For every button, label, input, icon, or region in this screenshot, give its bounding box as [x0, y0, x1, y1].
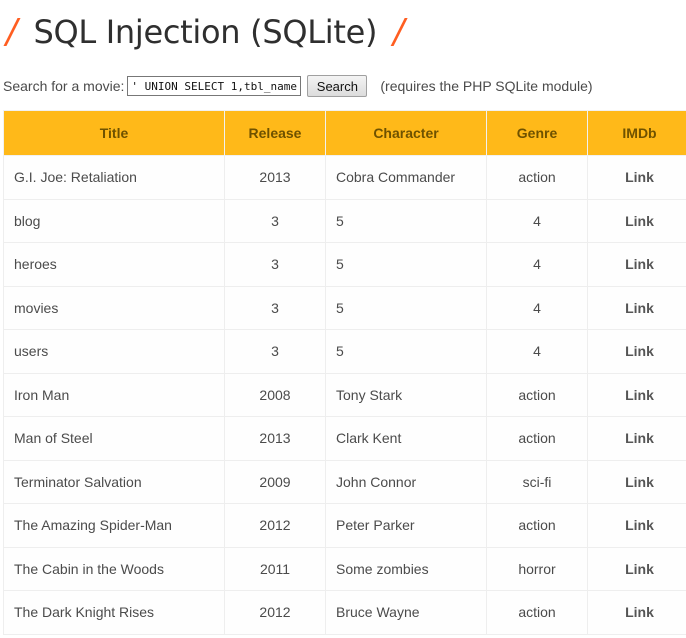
table-row: The Cabin in the Woods 2011 Some zombies ho…	[3, 546, 686, 591]
imdb-link[interactable]: Link	[587, 372, 686, 417]
release-cell: 2008	[224, 372, 326, 417]
title-cell: Iron Man	[3, 372, 225, 417]
genre-cell: sci-fi	[486, 459, 588, 504]
imdb-link[interactable]: Link	[587, 285, 686, 330]
table-header-row: Title Release Character Genre IMDb	[3, 110, 686, 156]
results-table-wrapper: Title Release Character Genre IMDb G.I. …	[3, 110, 686, 635]
character-cell: Tony Stark	[325, 372, 487, 417]
imdb-link[interactable]: Link	[587, 459, 686, 504]
genre-cell: 4	[486, 285, 588, 330]
column-header-character: Character	[325, 110, 487, 156]
column-header-imdb: IMDb	[587, 110, 686, 156]
character-cell: Clark Kent	[325, 416, 487, 461]
release-cell: 2012	[224, 503, 326, 548]
release-cell: 2009	[224, 459, 326, 504]
release-cell: 2011	[224, 546, 326, 591]
release-cell: 3	[224, 285, 326, 330]
character-cell: 5	[325, 198, 487, 243]
imdb-link[interactable]: Link	[587, 590, 686, 635]
release-cell: 3	[224, 242, 326, 287]
column-header-genre: Genre	[486, 110, 588, 156]
title-cell: users	[3, 329, 225, 374]
genre-cell: action	[486, 590, 588, 635]
page-title: SQL Injection (SQLite)	[33, 13, 378, 51]
page: / SQL Injection (SQLite) / Search for a …	[0, 0, 686, 638]
table-body: G.I. Joe: Retaliation 2013 Cobra Commander…	[3, 155, 686, 635]
genre-cell: action	[486, 416, 588, 461]
table-row: movies 3 5 4 Link	[3, 285, 686, 330]
title-cell: The Amazing Spider-Man	[3, 503, 225, 548]
character-cell: 5	[325, 329, 487, 374]
release-cell: 2013	[224, 416, 326, 461]
page-header: / SQL Injection (SQLite) /	[6, 8, 405, 56]
table-row: heroes 3 5 4 Link	[3, 242, 686, 287]
title-cell: Terminator Salvation	[3, 459, 225, 504]
imdb-link[interactable]: Link	[587, 242, 686, 287]
column-header-release: Release	[224, 110, 326, 156]
table-row: The Amazing Spider-Man 2012 Peter Parker ac…	[3, 503, 686, 548]
genre-cell: horror	[486, 546, 588, 591]
movie-search-input[interactable]	[127, 76, 302, 96]
imdb-link[interactable]: Link	[587, 329, 686, 374]
column-header-title: Title	[3, 110, 225, 156]
table-row: The Dark Knight Rises 2012 Bruce Wayne acti…	[3, 590, 686, 635]
imdb-link[interactable]: Link	[587, 416, 686, 461]
table-row: blog 3 5 4 Link	[3, 198, 686, 243]
character-cell: 5	[325, 285, 487, 330]
movie-results-table: Title Release Character Genre IMDb G.I. …	[3, 110, 686, 635]
movie-search-form: Search for a movie: Search (requires the…	[3, 75, 683, 97]
search-label: Search for a movie:	[3, 78, 125, 94]
table-row: users 3 5 4 Link	[3, 329, 686, 374]
genre-cell: 4	[486, 198, 588, 243]
title-cell: The Cabin in the Woods	[3, 546, 225, 591]
imdb-link[interactable]: Link	[587, 155, 686, 200]
sqlite-requirement-note: (requires the PHP SQLite module)	[380, 78, 593, 94]
imdb-link[interactable]: Link	[587, 546, 686, 591]
release-cell: 3	[224, 198, 326, 243]
character-cell: Peter Parker	[325, 503, 487, 548]
title-cell: heroes	[3, 242, 225, 287]
genre-cell: 4	[486, 329, 588, 374]
release-cell: 2013	[224, 155, 326, 200]
genre-cell: action	[486, 372, 588, 417]
right-slash-decoration: /	[393, 12, 405, 52]
table-row: G.I. Joe: Retaliation 2013 Cobra Commander…	[3, 155, 686, 200]
title-cell: movies	[3, 285, 225, 330]
title-cell: The Dark Knight Rises	[3, 590, 225, 635]
release-cell: 3	[224, 329, 326, 374]
title-cell: blog	[3, 198, 225, 243]
genre-cell: action	[486, 155, 588, 200]
search-button[interactable]: Search	[307, 75, 368, 97]
imdb-link[interactable]: Link	[587, 198, 686, 243]
character-cell: 5	[325, 242, 487, 287]
table-row: Terminator Salvation 2009 John Connor sci-f…	[3, 459, 686, 504]
character-cell: Cobra Commander	[325, 155, 487, 200]
character-cell: John Connor	[325, 459, 487, 504]
title-cell: G.I. Joe: Retaliation	[3, 155, 225, 200]
table-row: Man of Steel 2013 Clark Kent action Link	[3, 416, 686, 461]
genre-cell: action	[486, 503, 588, 548]
table-row: Iron Man 2008 Tony Stark action Link	[3, 372, 686, 417]
left-slash-decoration: /	[6, 12, 18, 52]
genre-cell: 4	[486, 242, 588, 287]
imdb-link[interactable]: Link	[587, 503, 686, 548]
character-cell: Bruce Wayne	[325, 590, 487, 635]
title-cell: Man of Steel	[3, 416, 225, 461]
character-cell: Some zombies	[325, 546, 487, 591]
release-cell: 2012	[224, 590, 326, 635]
